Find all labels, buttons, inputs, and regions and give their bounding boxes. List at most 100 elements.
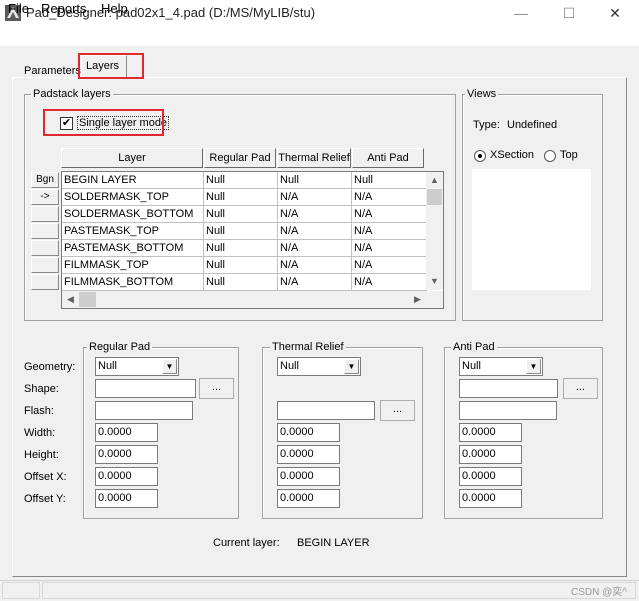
regular-shape-field[interactable] — [95, 379, 196, 398]
top-radio[interactable] — [544, 150, 556, 162]
cell-anti-pad[interactable]: N/A — [352, 240, 427, 257]
cell-regular-pad[interactable]: Null — [204, 223, 278, 240]
thermal-relief-label: Thermal Relief — [270, 341, 346, 353]
cell-layer[interactable]: SOLDERMASK_TOP — [62, 189, 204, 206]
column-header-thermal-relief[interactable]: Thermal Relief — [277, 148, 351, 168]
maximize-button[interactable]: ☐ — [546, 0, 592, 26]
cell-anti-pad[interactable]: N/A — [352, 274, 427, 291]
thermal-width-field[interactable]: 0.0000 — [277, 423, 340, 442]
chevron-down-icon[interactable]: ▼ — [344, 359, 359, 374]
row-button-current[interactable]: -> — [31, 189, 59, 205]
cell-layer[interactable]: FILMMASK_TOP — [62, 257, 204, 274]
row-button[interactable] — [31, 257, 59, 273]
table-row[interactable]: SOLDERMASK_BOTTOM Null N/A N/A — [62, 206, 427, 223]
cell-regular-pad[interactable]: Null — [204, 240, 278, 257]
table-row[interactable]: FILMMASK_BOTTOM Null N/A N/A — [62, 274, 427, 291]
row-button[interactable] — [31, 274, 59, 290]
cell-regular-pad[interactable]: Null — [204, 274, 278, 291]
row-button[interactable] — [31, 240, 59, 256]
cell-anti-pad[interactable]: N/A — [352, 257, 427, 274]
cell-layer[interactable]: SOLDERMASK_BOTTOM — [62, 206, 204, 223]
anti-width-field[interactable]: 0.0000 — [459, 423, 522, 442]
anti-geometry-select[interactable]: Null ▼ — [459, 357, 543, 376]
thermal-flash-field[interactable] — [277, 401, 375, 420]
cell-thermal-relief[interactable]: N/A — [278, 240, 352, 257]
anti-height-field[interactable]: 0.0000 — [459, 445, 522, 464]
column-header-layer[interactable]: Layer — [61, 148, 203, 168]
scroll-up-icon[interactable]: ▲ — [426, 172, 443, 189]
thermal-offset-y-field[interactable]: 0.0000 — [277, 489, 340, 508]
regular-offset-x-field[interactable]: 0.0000 — [95, 467, 158, 486]
anti-offset-x-field[interactable]: 0.0000 — [459, 467, 522, 486]
xsection-label[interactable]: XSection — [490, 149, 534, 161]
grid-vertical-scrollbar[interactable]: ▲ ▼ — [426, 172, 443, 290]
anti-geometry-value: Null — [462, 360, 481, 372]
menu-help[interactable]: Help — [101, 1, 128, 16]
cell-layer[interactable]: PASTEMASK_BOTTOM — [62, 240, 204, 257]
scroll-right-icon[interactable]: ▶ — [409, 291, 426, 308]
row-button[interactable] — [31, 206, 59, 222]
regular-width-field[interactable]: 0.0000 — [95, 423, 158, 442]
vertical-scroll-thumb[interactable] — [427, 189, 442, 205]
regular-shape-browse-button[interactable]: ... — [199, 378, 234, 399]
anti-offset-y-field[interactable]: 0.0000 — [459, 489, 522, 508]
scroll-down-icon[interactable]: ▼ — [426, 273, 443, 290]
table-row[interactable]: PASTEMASK_TOP Null N/A N/A — [62, 223, 427, 240]
thermal-geometry-select[interactable]: Null ▼ — [277, 357, 361, 376]
annotation-box-layers-tab — [78, 53, 144, 79]
table-row[interactable]: PASTEMASK_BOTTOM Null N/A N/A — [62, 240, 427, 257]
cell-thermal-relief[interactable]: N/A — [278, 223, 352, 240]
cell-regular-pad[interactable]: Null — [204, 189, 278, 206]
cell-regular-pad[interactable]: Null — [204, 257, 278, 274]
chevron-down-icon[interactable]: ▼ — [162, 359, 177, 374]
cell-anti-pad[interactable]: N/A — [352, 223, 427, 240]
row-button[interactable] — [31, 223, 59, 239]
cell-layer[interactable]: PASTEMASK_TOP — [62, 223, 204, 240]
table-row[interactable]: SOLDERMASK_TOP Null N/A N/A — [62, 189, 427, 206]
table-row[interactable]: BEGIN LAYER Null Null Null — [62, 172, 427, 189]
regular-offset-y-field[interactable]: 0.0000 — [95, 489, 158, 508]
menu-reports[interactable]: Reports — [41, 1, 87, 16]
cell-thermal-relief[interactable]: N/A — [278, 206, 352, 223]
cell-regular-pad[interactable]: Null — [204, 206, 278, 223]
view-type-value: Undefined — [507, 119, 558, 131]
thermal-height-field[interactable]: 0.0000 — [277, 445, 340, 464]
scroll-left-icon[interactable]: ◀ — [62, 291, 79, 308]
tab-parameters[interactable]: Parameters — [20, 61, 85, 81]
current-layer-value: BEGIN LAYER — [297, 537, 370, 549]
grid-horizontal-scrollbar[interactable]: ◀ ▶ — [62, 291, 426, 308]
annotation-box-single-layer — [43, 109, 164, 136]
cell-thermal-relief[interactable]: N/A — [278, 274, 352, 291]
close-button[interactable]: ✕ — [592, 0, 638, 26]
cell-anti-pad[interactable]: Null — [352, 172, 427, 189]
table-row[interactable]: FILMMASK_TOP Null N/A N/A — [62, 257, 427, 274]
anti-shape-field[interactable] — [459, 379, 558, 398]
minimize-button[interactable]: — — [498, 0, 544, 26]
cell-anti-pad[interactable]: N/A — [352, 206, 427, 223]
anti-flash-field[interactable] — [459, 401, 557, 420]
cell-layer[interactable]: BEGIN LAYER — [62, 172, 204, 189]
horizontal-scroll-thumb[interactable] — [79, 292, 96, 307]
offset-x-label: Offset X: — [24, 471, 67, 483]
chevron-down-icon[interactable]: ▼ — [526, 359, 541, 374]
thermal-flash-browse-button[interactable]: ... — [380, 400, 415, 421]
row-button-begin[interactable]: Bgn — [31, 172, 59, 188]
column-header-anti-pad[interactable]: Anti Pad — [352, 148, 424, 168]
top-label[interactable]: Top — [560, 149, 578, 161]
anti-shape-browse-button[interactable]: ... — [563, 378, 598, 399]
scroll-corner — [426, 291, 443, 308]
regular-geometry-select[interactable]: Null ▼ — [95, 357, 179, 376]
flash-label: Flash: — [24, 405, 54, 417]
cell-thermal-relief[interactable]: N/A — [278, 189, 352, 206]
thermal-offset-x-field[interactable]: 0.0000 — [277, 467, 340, 486]
cell-layer[interactable]: FILMMASK_BOTTOM — [62, 274, 204, 291]
cell-regular-pad[interactable]: Null — [204, 172, 278, 189]
cell-thermal-relief[interactable]: Null — [278, 172, 352, 189]
column-header-regular-pad[interactable]: Regular Pad — [204, 148, 276, 168]
menu-file[interactable]: File — [8, 1, 29, 16]
cell-anti-pad[interactable]: N/A — [352, 189, 427, 206]
cell-thermal-relief[interactable]: N/A — [278, 257, 352, 274]
regular-flash-field[interactable] — [95, 401, 193, 420]
regular-height-field[interactable]: 0.0000 — [95, 445, 158, 464]
xsection-radio[interactable] — [474, 150, 486, 162]
